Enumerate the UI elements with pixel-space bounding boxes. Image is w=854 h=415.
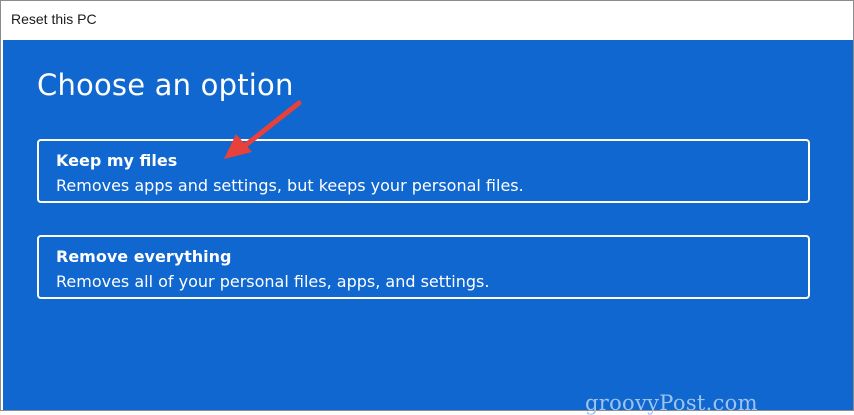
option-description: Removes all of your personal files, apps… <box>56 272 490 291</box>
red-arrow-icon <box>224 100 302 159</box>
reset-pc-window: Reset this PC Choose an option Keep my f… <box>0 0 854 415</box>
watermark: groovyPost.com <box>585 391 758 415</box>
title-bar: Reset this PC <box>1 1 853 39</box>
window-title: Reset this PC <box>11 11 97 27</box>
remove-everything-option[interactable]: Remove everything Removes all of your pe… <box>37 235 810 299</box>
content-panel: Choose an option Keep my files Removes a… <box>3 40 853 415</box>
option-description: Removes apps and settings, but keeps you… <box>56 176 524 195</box>
option-title: Keep my files <box>56 151 178 170</box>
keep-my-files-option[interactable]: Keep my files Removes apps and settings,… <box>37 139 810 203</box>
option-title: Remove everything <box>56 247 232 266</box>
